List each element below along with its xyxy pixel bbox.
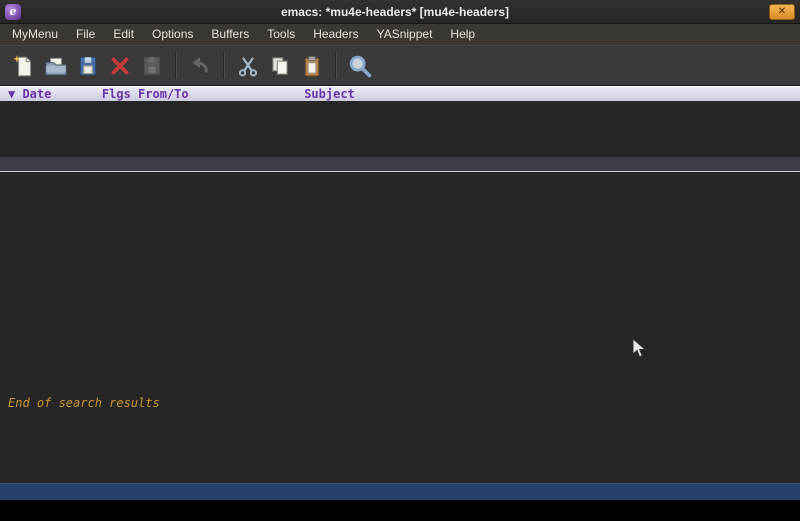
menu-item[interactable]: MyMenu: [3, 25, 67, 44]
message-row[interactable]: d -> trash 0 S Juanjo Marin - Re: Videos…: [0, 228, 800, 242]
emacs-window: e emacs: *mu4e-headers* [mu4e-headers] ✕…: [0, 0, 800, 521]
message-row[interactable]: 2012-08-10 uaN Bastien | Re: [O] Add the…: [0, 256, 800, 270]
emacs-app-icon: e: [5, 4, 21, 20]
message-row[interactable]: 2012-08-10 uN Mario Sanchez Prada | Expo…: [0, 129, 800, 143]
mode-line: *mu4e-headers* ( 5, 0) [All/2.0k] [mu4e-…: [0, 483, 800, 500]
cut-icon: [236, 54, 260, 78]
menu-item[interactable]: Help: [441, 25, 484, 44]
message-row[interactable]: D -> delete uN Andreas Röhler | Re: movi…: [0, 101, 800, 115]
headers-buffer: D -> delete uN Andreas Röhler | Re: movi…: [0, 101, 800, 483]
minibuffer[interactable]: [0, 500, 800, 521]
save-icon: [76, 54, 100, 78]
headers-list: D -> delete uN Andreas Röhler | Re: movi…: [0, 101, 800, 396]
menu-item[interactable]: File: [67, 25, 104, 44]
menu-item[interactable]: Headers: [304, 25, 367, 44]
message-row[interactable]: 2012-08-10 uN Suvayu Ali | Re: Emacs for…: [0, 368, 800, 382]
header-line[interactable]: ▼ Date Flgs From/To Subject: [0, 86, 800, 101]
open-file-button[interactable]: [40, 50, 72, 82]
undo-button: [184, 50, 216, 82]
tool-bar: [0, 45, 800, 86]
copy-button[interactable]: [264, 50, 296, 82]
paste-button[interactable]: [296, 50, 328, 82]
menu-bar: MyMenu File Edit Options Buffers Tools H…: [0, 24, 800, 45]
message-row[interactable]: 2012-08-10 uN HardKor | Question about k…: [0, 172, 800, 186]
new-file-button[interactable]: [8, 50, 40, 82]
message-row[interactable]: 2012-08-10 S Lanoxx + Re: Compiling glib…: [0, 326, 800, 340]
undo-icon: [188, 54, 212, 78]
message-row[interactable]: 2012-08-10 uN Bastien | Re: [O] my captu…: [0, 157, 800, 172]
cut-button[interactable]: [232, 50, 264, 82]
paste-icon: [300, 54, 324, 78]
message-row[interactable]: 2012-08-10 uN Bastien | Re: [O] Birthday…: [0, 143, 800, 157]
message-row[interactable]: 2012-08-10 S Bastien + Re: [O] Using org…: [0, 270, 800, 284]
message-row[interactable]: 2012-08-10 S Michael Welle \ Re: [O] Usi…: [0, 284, 800, 298]
open-folder-icon: [44, 54, 68, 78]
menu-item[interactable]: YASnippet: [368, 25, 442, 44]
message-row[interactable]: 2012-08-10 uN Florian Müllner \ Re: Comp…: [0, 340, 800, 354]
toolbar-separator: [175, 53, 177, 79]
save-as-button: [136, 50, 168, 82]
menu-item[interactable]: Options: [143, 25, 202, 44]
message-row[interactable]: d -> trash 0 S webmaster@straightd...| T…: [0, 298, 800, 312]
copy-icon: [268, 54, 292, 78]
save-button[interactable]: [72, 50, 104, 82]
close-window-button[interactable]: ✕: [769, 4, 795, 20]
search-icon: [347, 53, 373, 79]
message-row[interactable]: 2012-08-09 uN robertcInSD | Re: Invoking…: [0, 382, 800, 396]
search-button[interactable]: [344, 50, 376, 82]
save-as-icon: [140, 54, 164, 78]
message-row[interactable]: 2012-08-10 uN 'Mash (Thomas Herbert)| Re…: [0, 354, 800, 368]
message-row[interactable]: 2012-08-10 uN Xan Lopez - Re: Videos fro…: [0, 214, 800, 228]
message-row[interactable]: 2012-08-10 S Francesco Mazzoli | Slow NN…: [0, 312, 800, 326]
new-file-icon: [12, 54, 36, 78]
toolbar-separator: [335, 53, 337, 79]
menu-item[interactable]: Edit: [104, 25, 143, 44]
close-buffer-button[interactable]: [104, 50, 136, 82]
window-title: emacs: *mu4e-headers* [mu4e-headers]: [21, 5, 769, 19]
menu-item[interactable]: Tools: [258, 25, 304, 44]
title-bar: e emacs: *mu4e-headers* [mu4e-headers] ✕: [0, 0, 800, 24]
menu-item[interactable]: Buffers: [202, 25, 258, 44]
close-buffer-icon: [108, 54, 132, 78]
message-row[interactable]: d -> trash 0 uN Thierry Volpiatto | Re: …: [0, 200, 800, 214]
message-row[interactable]: 2012-08-10 uN Bastien | Re: [O] [PATCH] …: [0, 242, 800, 256]
toolbar-separator: [223, 53, 225, 79]
message-row[interactable]: D -> delete uaN Bastien | Re: [O] possib…: [0, 115, 800, 129]
end-of-results-text: End of search results: [0, 396, 800, 410]
message-row[interactable]: 2012-08-10 uN Frans Oilinki | GTK3 depre…: [0, 186, 800, 200]
